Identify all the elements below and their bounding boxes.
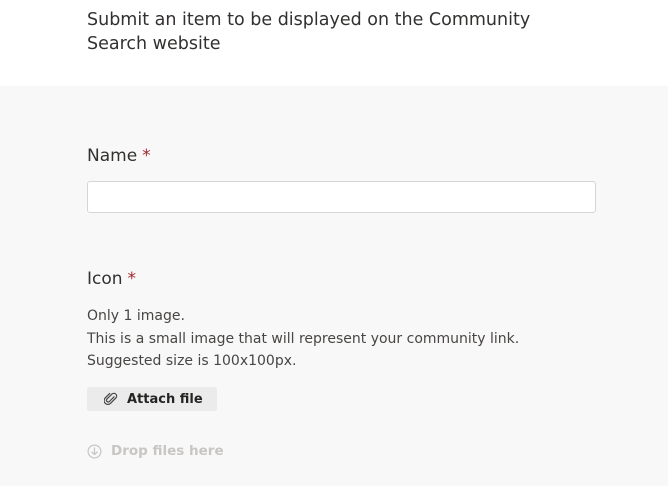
icon-description-line: This is a small image that will represen… <box>87 330 520 347</box>
form-header: Submit an item to be displayed on the Co… <box>0 0 668 86</box>
icon-description-line: Suggested size is 100x100px. <box>87 353 297 369</box>
name-label-text: Name <box>87 146 138 166</box>
icon-description-line: Only 1 image. <box>87 308 185 324</box>
attach-file-label: Attach file <box>127 391 203 407</box>
download-circle-icon <box>87 444 102 459</box>
required-asterisk: * <box>142 146 151 166</box>
form-description: Submit an item to be displayed on the Co… <box>87 10 531 54</box>
drop-files-zone[interactable]: Drop files here <box>87 443 224 459</box>
name-field-label: Name * <box>87 145 151 167</box>
required-asterisk: * <box>127 269 137 289</box>
icon-label-text: Icon <box>87 269 123 289</box>
paperclip-icon <box>104 392 118 406</box>
icon-field-description: Only 1 image. This is a small image that… <box>87 305 519 373</box>
attach-file-button[interactable]: Attach file <box>87 387 217 411</box>
icon-field-label: Icon * <box>87 268 136 290</box>
form-body: Name * Icon * Only 1 image. This is a smal… <box>0 86 668 486</box>
drop-files-label: Drop files here <box>111 443 224 459</box>
name-input[interactable] <box>87 181 596 213</box>
